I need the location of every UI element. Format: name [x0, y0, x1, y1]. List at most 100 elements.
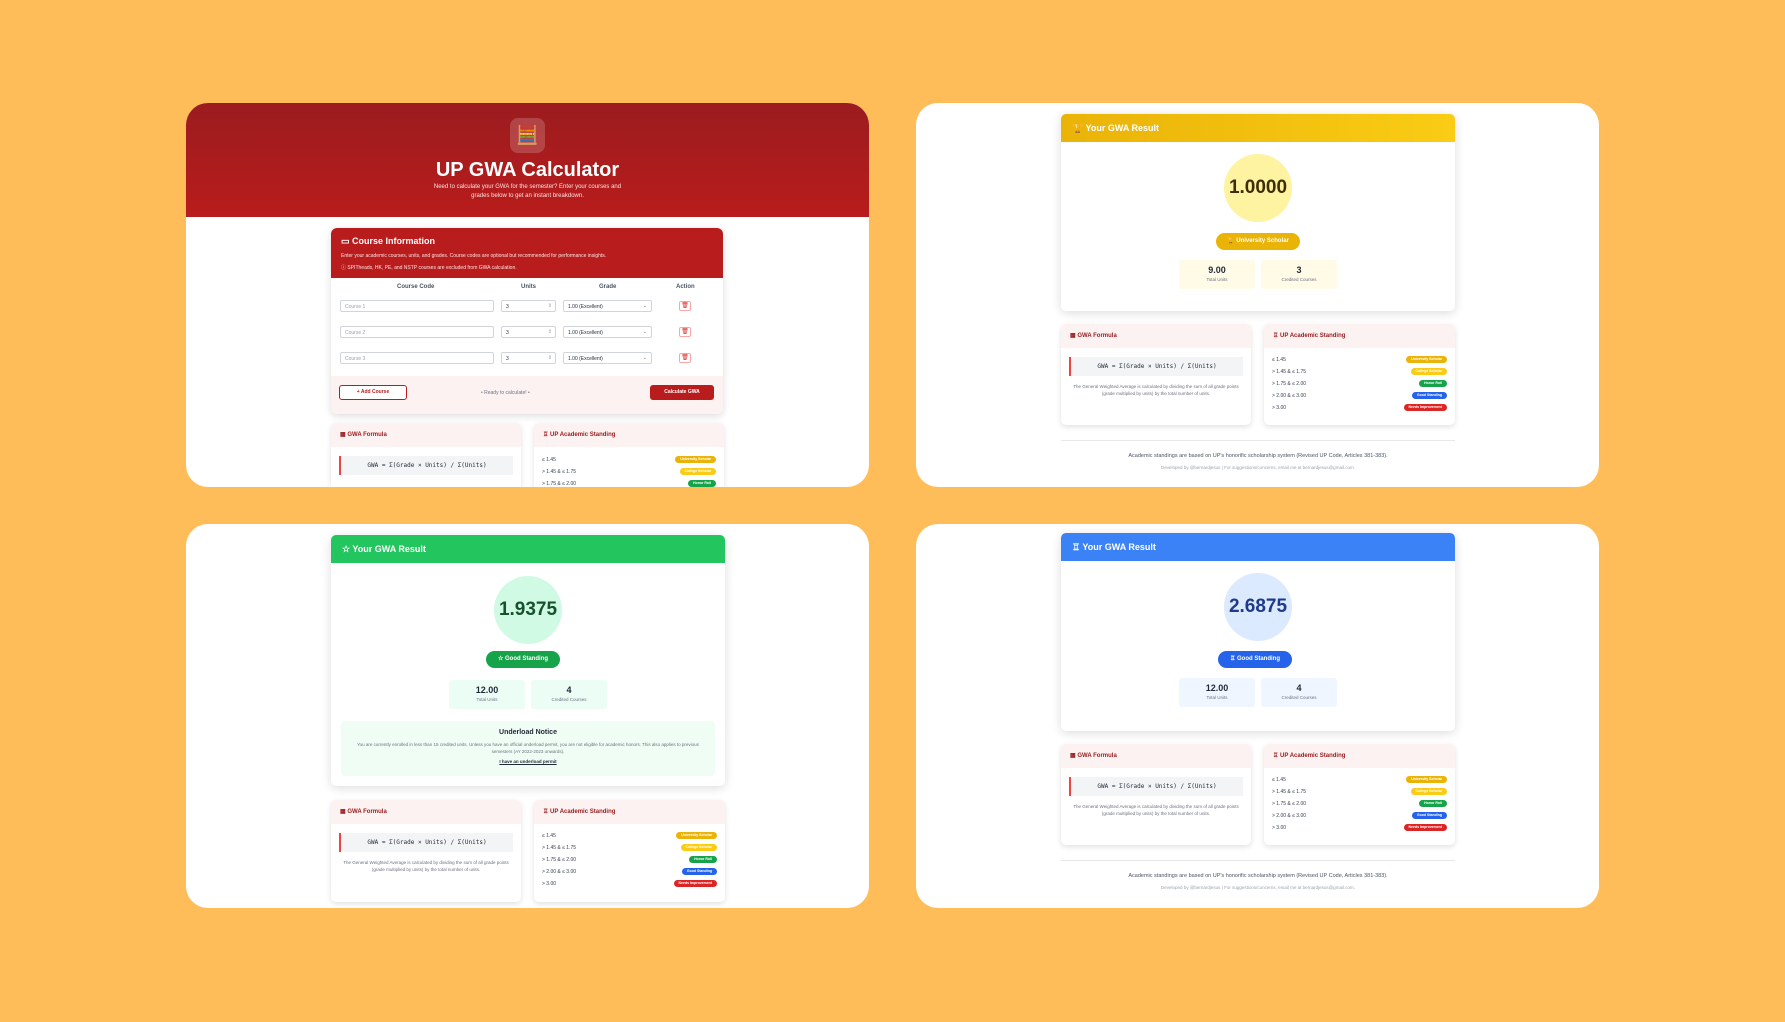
footer-note: Academic standings are based on UP's hon…	[1128, 873, 1388, 879]
underload-title: Underload Notice	[499, 729, 557, 736]
academic-standing-card: ♖ UP Academic Standing ≤ 1.45 University …	[1264, 324, 1455, 425]
standing-badge: Honor Roll	[1419, 380, 1447, 387]
standing-range: > 1.45 & ≤ 1.75	[1272, 789, 1307, 795]
footer-credits: Developed by @bernardjesus | For suggest…	[1161, 465, 1355, 470]
total-units-value: 9.00	[1208, 265, 1226, 275]
ready-status: • Ready to calculate! •	[481, 390, 530, 396]
result-panel-underload: ☆ Your GWA Result 1.9375 ☆ Good Standing…	[186, 524, 869, 908]
standing-label: Good Standing	[505, 656, 549, 662]
standing-range: ≤ 1.45	[542, 457, 556, 463]
units-input[interactable]: 3 ⇕	[501, 300, 556, 312]
standing-range: ≤ 1.45	[1272, 357, 1286, 363]
grade-select[interactable]: 1.00 (Excellent) ⌄	[563, 326, 652, 338]
course-card-footer: + Add Course • Ready to calculate! • Cal…	[331, 376, 723, 414]
result-panel-good-standing: ♖ Your GWA Result 2.6875 ♖ Good Standing…	[916, 524, 1599, 908]
total-units-label: Total Units	[1206, 695, 1228, 700]
course-row: Course 2 3 ⇕ 1.00 (Excellent) ⌄ 🗑	[331, 326, 723, 342]
formula-text: GWA = Σ(Grade × Units) / Σ(Units)	[339, 456, 513, 475]
standing-badge: Honor Roll	[688, 480, 716, 487]
standing-range: ≤ 1.45	[1272, 777, 1286, 783]
standing-range: > 1.75 & ≤ 2.00	[1272, 801, 1307, 807]
calculator-logo-icon: 🧮	[510, 118, 545, 153]
course-row: Course 3 3 ⇕ 1.00 (Excellent) ⌄ 🗑	[331, 352, 723, 368]
standing-row: > 3.00 Needs Improvement	[1264, 823, 1455, 835]
standing-pill: 🏆 University Scholar	[1216, 233, 1300, 250]
gwa-value-circle: 1.0000	[1224, 154, 1292, 222]
delete-course-button[interactable]: 🗑	[679, 301, 691, 311]
standing-label: Good Standing	[1237, 656, 1281, 662]
underload-permit-link[interactable]: I have an underload permit	[341, 759, 715, 764]
calculator-panel: 🧮 UP GWA Calculator Need to calculate yo…	[186, 103, 869, 487]
standing-pill: ☆ Good Standing	[486, 651, 560, 668]
formula-text: GWA = Σ(Grade × Units) / Σ(Units)	[1069, 777, 1243, 796]
units-value: 3	[506, 356, 509, 362]
academic-standing-card: ♖ UP Academic Standing ≤ 1.45 University …	[534, 423, 724, 487]
trophy-icon: 🏆	[1072, 123, 1086, 133]
standing-label: University Scholar	[1236, 238, 1289, 244]
course-code-input[interactable]: Course 2	[340, 326, 494, 338]
add-course-button[interactable]: + Add Course	[339, 385, 407, 400]
grade-select[interactable]: 1.00 (Excellent) ⌄	[563, 300, 652, 312]
delete-course-button[interactable]: 🗑	[679, 327, 691, 337]
trophy-icon: 🏆	[1227, 238, 1237, 244]
standing-row: > 1.45 & ≤ 1.75 College Scholar	[1264, 367, 1455, 379]
formula-title: GWA Formula	[1077, 333, 1117, 339]
total-units-stat: 12.00 Total Units	[1179, 678, 1255, 707]
standing-range: > 1.45 & ≤ 1.75	[542, 845, 577, 851]
standing-row: ≤ 1.45 University Scholar	[1264, 355, 1455, 367]
standing-range: > 1.75 & ≤ 2.00	[1272, 381, 1307, 387]
header-course-code: Course Code	[397, 284, 435, 290]
standing-row: > 1.75 & ≤ 2.00 Honor Roll	[534, 479, 724, 487]
formula-title: GWA Formula	[347, 809, 387, 815]
star-icon: ☆	[342, 544, 353, 554]
chevron-down-icon: ⌄	[642, 329, 647, 335]
standing-badge: Honor Roll	[1419, 800, 1447, 807]
chevron-down-icon: ⌄	[642, 355, 647, 361]
standing-row: > 3.00 Needs Improvement	[534, 879, 725, 891]
gwa-result-card: ☆ Your GWA Result 1.9375 ☆ Good Standing…	[331, 535, 725, 786]
gwa-value-circle: 1.9375	[494, 576, 562, 644]
course-info-note: SPITheads, HK, PE, and NSTP courses are …	[347, 265, 517, 271]
standing-row: > 1.75 & ≤ 2.00 Honor Roll	[1264, 379, 1455, 391]
standing-row: ≤ 1.45 University Scholar	[534, 831, 725, 843]
formula-text: GWA = Σ(Grade × Units) / Σ(Units)	[1069, 357, 1243, 376]
delete-course-button[interactable]: 🗑	[679, 353, 691, 363]
standing-row: > 1.45 & ≤ 1.75 College Scholar	[534, 843, 725, 855]
standing-title: UP Academic Standing	[550, 432, 616, 438]
footer-divider	[1061, 860, 1455, 861]
standing-row: > 3.00 Needs Improvement	[1264, 403, 1455, 415]
formula-description: The General Weighted Average is calculat…	[1073, 804, 1239, 816]
spinner-icon: ⇕	[547, 329, 552, 335]
course-code-input[interactable]: Course 1	[340, 300, 494, 312]
total-units-label: Total Units	[1206, 277, 1228, 282]
result-header: Your GWA Result	[1085, 123, 1160, 133]
underload-notice: Underload Notice You are currently enrol…	[341, 721, 715, 776]
footer-divider	[1061, 440, 1455, 441]
header-action: Action	[676, 284, 695, 290]
standing-row: > 1.45 & ≤ 1.75 College Scholar	[1264, 787, 1455, 799]
standing-range: > 3.00	[1272, 825, 1287, 831]
award-icon: ♖	[543, 809, 551, 815]
standing-range: > 3.00	[542, 881, 557, 887]
standing-range: > 1.45 & ≤ 1.75	[542, 469, 577, 475]
course-code-input[interactable]: Course 3	[340, 352, 494, 364]
grade-value: 1.00 (Excellent)	[568, 330, 603, 336]
formula-description: The General Weighted Average is calculat…	[1073, 384, 1239, 396]
standing-range: > 2.00 & ≤ 3.00	[542, 869, 577, 875]
standing-badge: College Scholar	[1410, 368, 1447, 375]
standing-badge: Honor Roll	[689, 856, 717, 863]
credited-courses-value: 4	[566, 685, 572, 695]
calculate-gwa-button[interactable]: Calculate GWA	[650, 385, 714, 400]
standing-badge: College Scholar	[680, 844, 717, 851]
footer-note: Academic standings are based on UP's hon…	[1128, 453, 1388, 459]
standing-badge: University Scholar	[1406, 776, 1447, 783]
grade-select[interactable]: 1.00 (Excellent) ⌄	[563, 352, 652, 364]
standing-row: > 1.45 & ≤ 1.75 College Scholar	[534, 467, 724, 479]
units-input[interactable]: 3 ⇕	[501, 326, 556, 338]
units-input[interactable]: 3 ⇕	[501, 352, 556, 364]
standing-badge: Good Standing	[681, 868, 717, 875]
standing-range: > 3.00	[1272, 405, 1287, 411]
standing-range: > 2.00 & ≤ 3.00	[1272, 813, 1307, 819]
hero-header: 🧮 UP GWA Calculator Need to calculate yo…	[186, 103, 869, 217]
award-icon: ♖	[1229, 656, 1238, 662]
